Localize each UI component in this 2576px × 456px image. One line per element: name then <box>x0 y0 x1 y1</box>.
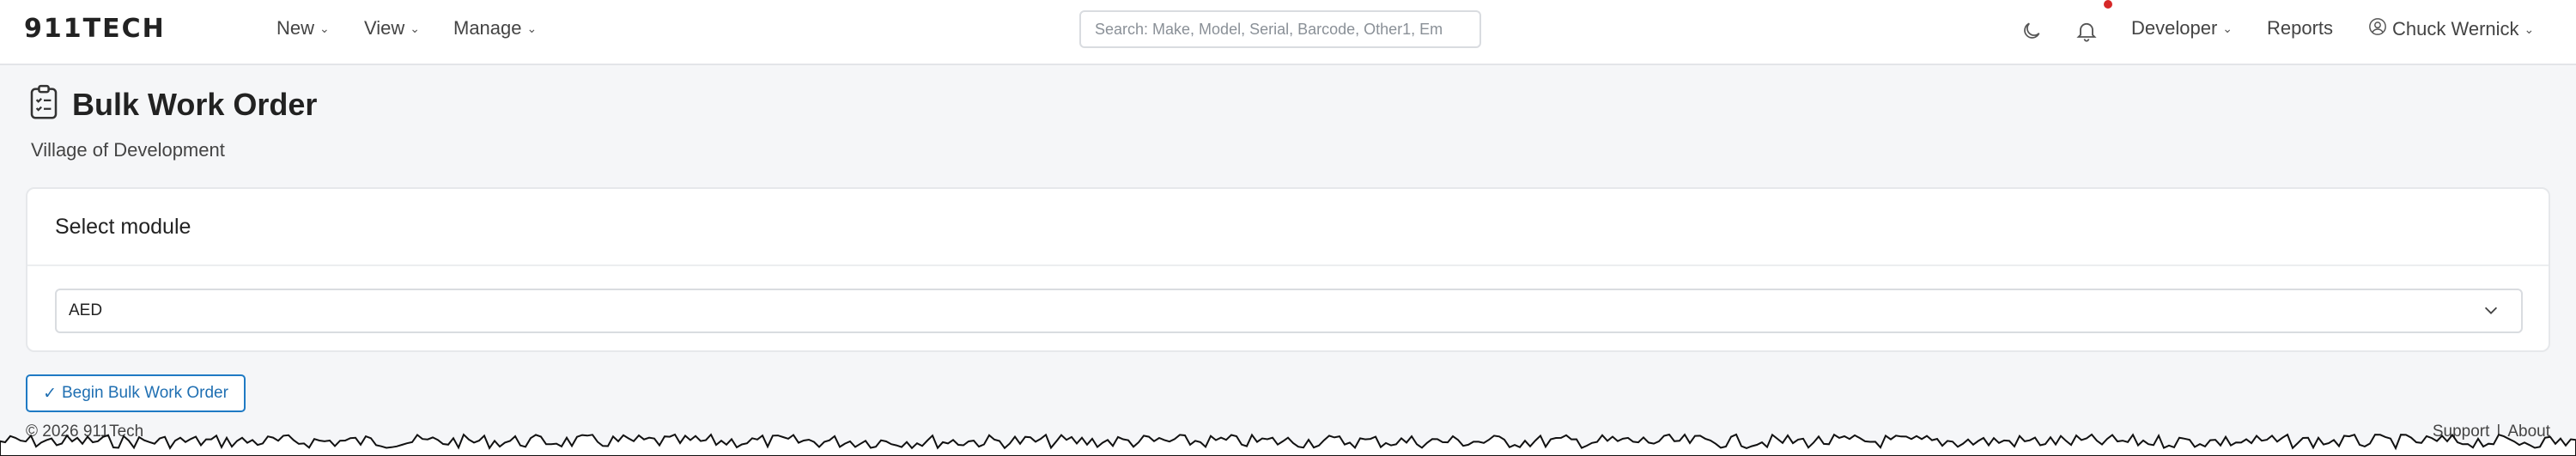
developer-menu[interactable]: Developer ⌄ <box>2131 17 2233 40</box>
developer-label: Developer <box>2131 17 2218 39</box>
reports-link[interactable]: Reports <box>2267 17 2333 40</box>
clipboard-list-icon <box>29 84 58 125</box>
nav-menu-manage[interactable]: Manage ⌄ <box>453 17 537 40</box>
module-select-value: AED <box>69 301 103 319</box>
chevron-down-icon: ⌄ <box>319 21 330 35</box>
nav-menu-label: Manage <box>453 17 522 39</box>
user-circle-icon <box>2368 17 2387 41</box>
module-select[interactable]: AED <box>55 289 2523 333</box>
nav-menu-label: View <box>364 17 405 39</box>
user-name: Chuck Wernick <box>2392 18 2519 40</box>
chevron-down-icon: ⌄ <box>526 21 538 35</box>
top-navbar: 911TECH New ⌄ View ⌄ Manage ⌄ Developer … <box>0 0 2576 65</box>
brand-logo[interactable]: 911TECH <box>24 14 166 44</box>
bell-icon[interactable] <box>2069 14 2104 48</box>
chevron-down-icon: ⌄ <box>410 21 421 35</box>
nav-menu-new[interactable]: New ⌄ <box>276 17 330 40</box>
nav-menu-view[interactable]: View ⌄ <box>364 17 420 40</box>
reports-label: Reports <box>2267 17 2334 39</box>
torn-edge <box>0 433 2576 456</box>
chevron-down-icon <box>2482 301 2500 325</box>
page-subtitle: Village of Development <box>31 139 225 161</box>
page-title: Bulk Work Order <box>72 86 318 122</box>
search-input[interactable] <box>1079 10 1481 48</box>
select-module-card: Select module AED <box>26 187 2550 352</box>
check-icon: ✓ <box>43 384 57 403</box>
card-header: Select module <box>27 189 2549 266</box>
begin-button-label: Begin Bulk Work Order <box>61 384 228 402</box>
moon-icon[interactable] <box>2014 14 2049 48</box>
nav-menu-label: New <box>276 17 315 39</box>
user-menu[interactable]: Chuck Wernick ⌄ <box>2368 17 2534 41</box>
page-header: Bulk Work Order <box>29 84 317 125</box>
notification-dot <box>2104 0 2112 9</box>
chevron-down-icon: ⌄ <box>2222 21 2233 35</box>
chevron-down-icon: ⌄ <box>2524 21 2535 36</box>
begin-bulk-work-order-button[interactable]: ✓ Begin Bulk Work Order <box>26 374 246 412</box>
